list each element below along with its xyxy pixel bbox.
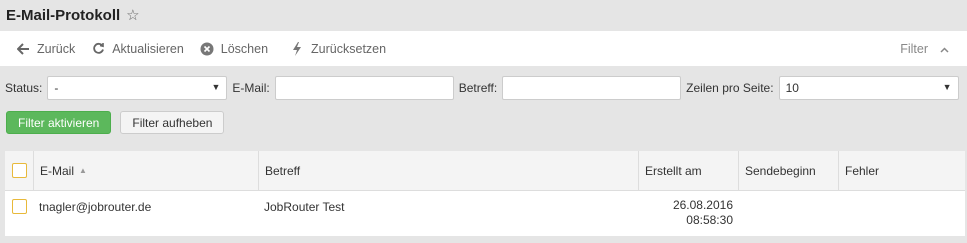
clear-filter-button[interactable]: Filter aufheben xyxy=(120,111,225,134)
row-subject: JobRouter Test xyxy=(264,200,345,214)
row-email: tnagler@jobrouter.de xyxy=(39,200,152,214)
filter-row: Status: - ▼ E-Mail: Betreff: Zeilen pro … xyxy=(0,75,967,101)
reset-button[interactable]: Zurücksetzen xyxy=(290,41,387,56)
caret-down-icon: ▼ xyxy=(942,82,952,92)
subject-filter-input[interactable] xyxy=(502,76,682,100)
column-send-start[interactable]: Sendebeginn xyxy=(738,151,838,190)
back-button[interactable]: Zurück xyxy=(16,42,75,56)
filter-label: Filter xyxy=(900,41,928,56)
refresh-label: Aktualisieren xyxy=(112,41,184,56)
row-send-start xyxy=(738,191,838,236)
title-bar: E-Mail-Protokoll ☆ xyxy=(0,0,967,30)
column-error-label: Fehler xyxy=(845,163,880,178)
row-created-time: 08:58:30 xyxy=(686,213,733,227)
column-send-start-label: Sendebeginn xyxy=(745,163,816,178)
caret-down-icon: ▼ xyxy=(211,82,221,92)
email-filter-input[interactable] xyxy=(274,76,454,100)
reset-label: Zurücksetzen xyxy=(311,41,387,56)
filter-buttons: Filter aktivieren Filter aufheben xyxy=(6,111,225,134)
chevron-up-icon xyxy=(940,42,949,56)
row-created-date: 26.08.2016 xyxy=(672,198,733,212)
refresh-icon xyxy=(91,42,105,56)
column-subject[interactable]: Betreff xyxy=(258,151,638,190)
column-created[interactable]: Erstellt am xyxy=(638,151,738,190)
status-select[interactable]: - ▼ xyxy=(47,76,228,100)
status-label: Status: xyxy=(5,81,43,95)
column-error[interactable]: Fehler xyxy=(838,151,965,190)
row-select-cell xyxy=(5,191,33,236)
column-email[interactable]: E-Mail ▲ xyxy=(33,151,258,190)
column-email-label: E-Mail xyxy=(40,163,75,178)
rows-per-page-select[interactable]: 10 ▼ xyxy=(778,76,959,100)
email-filter-label: E-Mail: xyxy=(232,81,270,95)
column-created-label: Erstellt am xyxy=(645,163,702,178)
email-log-table: E-Mail ▲ Betreff Erstellt am Sendebeginn… xyxy=(5,151,965,236)
page-title: E-Mail-Protokoll xyxy=(6,6,121,24)
filter-toggle[interactable]: Filter xyxy=(900,31,949,66)
refresh-button[interactable]: Aktualisieren xyxy=(91,42,184,56)
row-created: 26.08.2016 08:58:30 xyxy=(638,191,738,236)
toolbar: Zurück Aktualisieren Löschen Zurücksetze… xyxy=(0,31,967,66)
delete-label: Löschen xyxy=(220,41,269,56)
table-row[interactable]: tnagler@jobrouter.de JobRouter Test 26.0… xyxy=(5,191,965,236)
status-select-value: - xyxy=(54,81,59,95)
favorite-star-icon[interactable]: ☆ xyxy=(126,6,139,24)
select-all-checkbox[interactable] xyxy=(11,163,27,178)
table-header: E-Mail ▲ Betreff Erstellt am Sendebeginn… xyxy=(5,151,965,191)
select-all-cell xyxy=(5,151,33,190)
subject-filter-label: Betreff: xyxy=(458,81,498,95)
delete-circle-icon xyxy=(200,42,214,56)
rows-per-page-label: Zeilen pro Seite: xyxy=(686,81,774,95)
apply-filter-button[interactable]: Filter aktivieren xyxy=(6,111,112,134)
arrow-left-icon xyxy=(16,42,30,56)
back-label: Zurück xyxy=(37,41,76,56)
sort-asc-icon: ▲ xyxy=(79,166,87,175)
rows-per-page-value: 10 xyxy=(785,81,799,95)
row-checkbox[interactable] xyxy=(11,199,27,214)
delete-button[interactable]: Löschen xyxy=(200,42,268,56)
column-subject-label: Betreff xyxy=(265,163,301,178)
bolt-icon xyxy=(290,41,304,56)
row-error xyxy=(838,191,965,236)
